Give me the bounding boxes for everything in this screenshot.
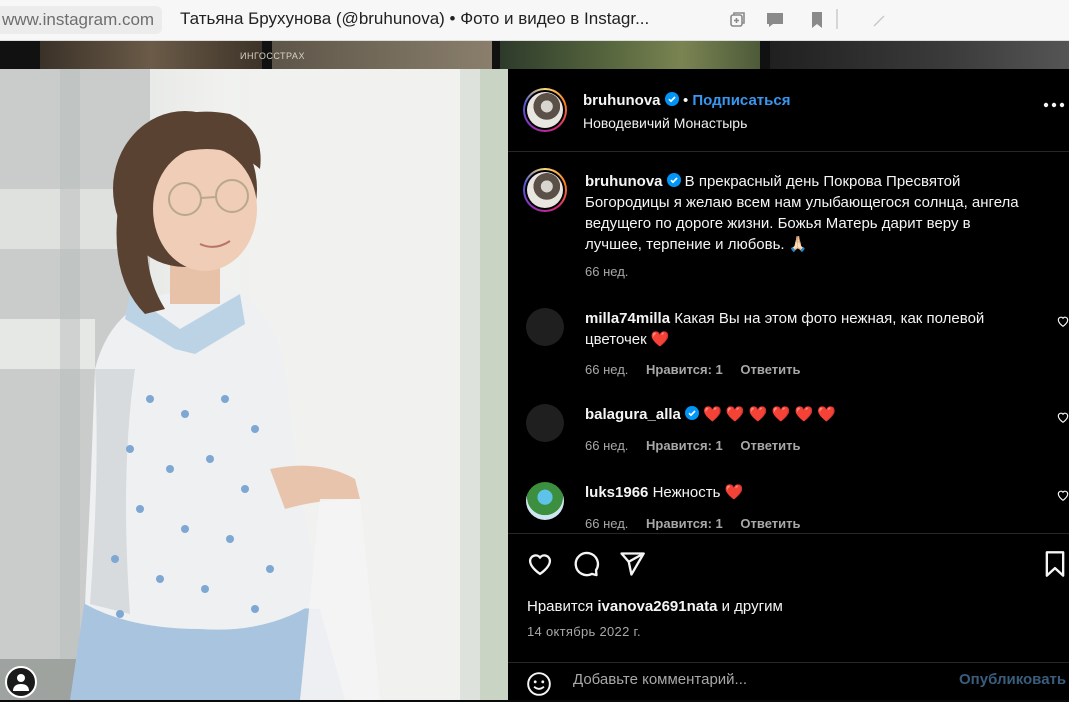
comment-icon[interactable] <box>572 550 600 578</box>
share-icon[interactable] <box>618 550 646 578</box>
caption-line: ведущего по дороге жизни. Божья Матерь д… <box>585 215 971 232</box>
background-thumbnail <box>272 41 492 69</box>
add-comment-bar: Добавьте комментарий... Опубликовать <box>508 662 1069 702</box>
caption-time: 66 нед. <box>585 264 629 279</box>
copy-icon[interactable] <box>726 9 748 31</box>
comment-like-icon[interactable] <box>1056 488 1069 502</box>
post-photo[interactable] <box>0 69 508 700</box>
publish-button[interactable]: Опубликовать <box>959 671 1066 688</box>
comment-text: milla74milla Какая Вы на этом фото нежна… <box>585 308 1055 350</box>
feedback-icon[interactable] <box>764 9 786 31</box>
account-avatar-button[interactable] <box>5 666 37 698</box>
comment-likes[interactable]: Нравится: 1 <box>646 362 723 377</box>
reply-button[interactable]: Ответить <box>740 516 800 530</box>
comment-avatar[interactable] <box>526 404 564 442</box>
caption-username[interactable]: bruhunova <box>585 173 663 190</box>
toolbar-divider <box>836 9 838 29</box>
comments-list: bruhunova В прекрасный день Покрова Прес… <box>508 152 1069 530</box>
photo-illustration <box>0 69 508 700</box>
comment-time: 66 нед. <box>585 362 629 377</box>
save-icon[interactable] <box>1041 550 1069 578</box>
comment-text: balagura_alla ❤️ ❤️ ❤️ ❤️ ❤️ ❤️ <box>585 404 1055 425</box>
reply-button[interactable]: Ответить <box>740 362 800 377</box>
comment-text: luks1966 Нежность ❤️ <box>585 482 1055 503</box>
comment-avatar[interactable] <box>526 482 564 520</box>
background-thumbnail <box>40 41 262 69</box>
more-icon[interactable] <box>1043 101 1065 109</box>
comment-username[interactable]: luks1966 <box>585 484 648 501</box>
comment-likes[interactable]: Нравится: 1 <box>646 516 723 530</box>
caption-line: Богородицы я желаю всем нам улыбающегося… <box>585 194 1019 211</box>
caption-line: лучшее, терпение и любовь. 🙏🏻 <box>585 236 808 253</box>
likes-user[interactable]: ivanova2691nata <box>597 598 717 615</box>
comment-meta: 66 нед. Нравится: 1 Ответить <box>585 362 814 377</box>
comment-avatar[interactable] <box>526 308 564 346</box>
likes-prefix: Нравится <box>527 598 594 615</box>
verified-icon <box>666 173 681 187</box>
post-actions: Нравится ivanova2691nata и другим 14 окт… <box>508 533 1069 701</box>
background-feed: ИНГОССТРАХ <box>0 41 1069 69</box>
caption-text: bruhunova В прекрасный день Покрова Прес… <box>585 171 1055 255</box>
comment-line: цветочек ❤️ <box>585 331 670 348</box>
comment-like-icon[interactable] <box>1056 410 1069 424</box>
reply-button[interactable]: Ответить <box>740 438 800 453</box>
comment-meta: 66 нед. Нравится: 1 Ответить <box>585 516 814 530</box>
comment-username[interactable]: balagura_alla <box>585 406 681 423</box>
verified-icon <box>684 406 699 420</box>
post-panel: bruhunova • Подписаться Новодевичий Мона… <box>508 69 1069 700</box>
caption-line: В прекрасный день Покрова Пресвятой <box>684 173 961 190</box>
comment-time: 66 нед. <box>585 516 629 530</box>
comment-meta: 66 нед. Нравится: 1 Ответить <box>585 438 814 453</box>
likes-summary: Нравится ivanova2691nata и другим <box>527 598 783 615</box>
verified-icon <box>664 92 679 106</box>
comment-username[interactable]: milla74milla <box>585 310 670 327</box>
caption-meta: 66 нед. <box>585 264 642 279</box>
comment-line: ❤️ ❤️ ❤️ ❤️ ❤️ ❤️ <box>703 406 836 423</box>
author-username[interactable]: bruhunova <box>583 92 661 109</box>
caption-author-avatar[interactable] <box>523 168 567 212</box>
author-avatar[interactable] <box>523 88 567 132</box>
comment-time: 66 нед. <box>585 438 629 453</box>
browser-toolbar: www.instagram.com Татьяна Брухунова (@br… <box>0 0 1069 41</box>
background-thumbnail <box>500 41 760 69</box>
comment-likes[interactable]: Нравится: 1 <box>646 438 723 453</box>
heart-icon[interactable] <box>526 550 554 578</box>
address-bar[interactable]: www.instagram.com <box>0 6 162 34</box>
emoji-icon[interactable] <box>526 671 552 697</box>
pen-icon[interactable] <box>868 9 890 31</box>
bookmark-icon[interactable] <box>806 9 828 31</box>
post-header: bruhunova • Подписаться Новодевичий Мона… <box>508 69 1069 152</box>
post-date[interactable]: 14 октябрь 2022 г. <box>527 624 641 639</box>
user-icon <box>13 674 29 691</box>
comment-like-icon[interactable] <box>1056 314 1069 328</box>
background-thumbnail <box>770 41 1069 69</box>
page-title: Татьяна Брухунова (@bruhunova) • Фото и … <box>180 9 650 28</box>
follow-button[interactable]: Подписаться <box>692 92 790 109</box>
likes-others[interactable]: и другим <box>722 598 783 615</box>
background-banner-text: ИНГОССТРАХ <box>240 51 305 61</box>
comment-line: Нежность ❤️ <box>652 484 744 501</box>
comment-line: Какая Вы на этом фото нежная, как полево… <box>674 310 985 327</box>
comment-input[interactable]: Добавьте комментарий... <box>573 671 747 688</box>
post-location[interactable]: Новодевичий Монастырь <box>583 115 747 131</box>
